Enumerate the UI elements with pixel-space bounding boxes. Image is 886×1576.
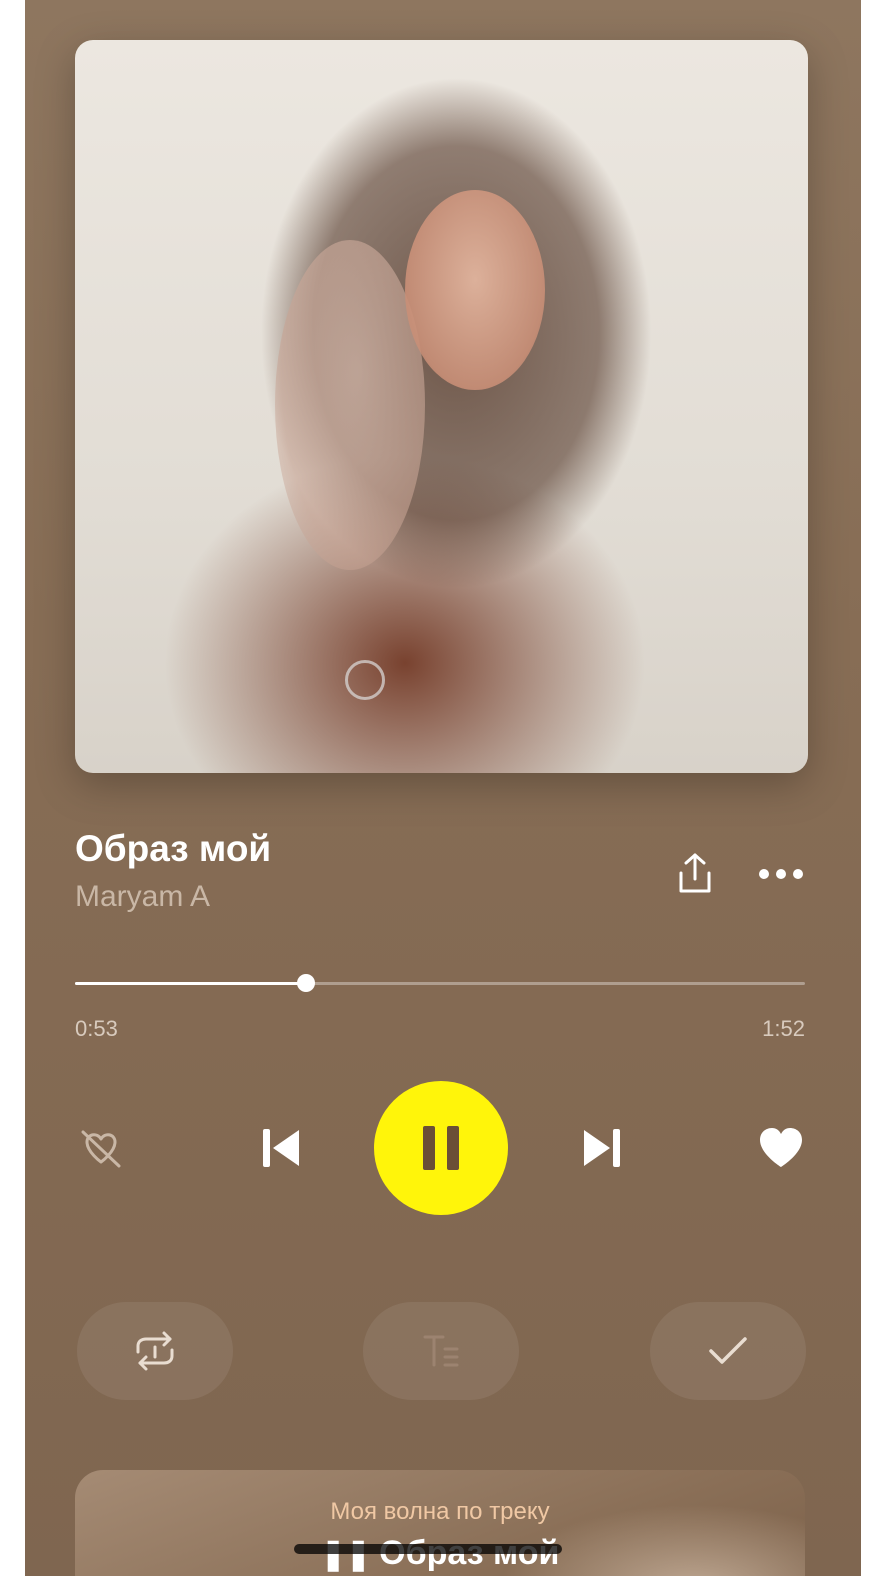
progress-bar[interactable] (75, 974, 805, 992)
heart-icon (760, 1128, 802, 1167)
next-icon (584, 1129, 620, 1167)
more-icon (759, 869, 803, 879)
progress-handle[interactable] (297, 974, 316, 992)
my-wave-label: Моя волна по треку (330, 1498, 550, 1525)
share-icon (679, 853, 711, 893)
pause-mini-icon: ❚❚ (320, 1538, 380, 1571)
art-portrait (405, 190, 545, 390)
album-art[interactable] (75, 40, 808, 773)
next-button[interactable] (576, 1122, 628, 1174)
dislike-icon (81, 1130, 121, 1168)
home-indicator (294, 1544, 562, 1554)
art-necklace (345, 660, 385, 700)
more-button[interactable] (753, 856, 809, 892)
art-overlay-profile (275, 240, 425, 570)
track-artist[interactable]: Maryam A (75, 880, 210, 914)
previous-icon (263, 1129, 299, 1167)
play-pause-button[interactable] (374, 1081, 508, 1215)
pause-icon (423, 1126, 459, 1170)
track-title: Образ мой (75, 828, 272, 869)
previous-button[interactable] (255, 1122, 307, 1174)
dislike-button[interactable] (75, 1122, 127, 1174)
my-wave-card[interactable]: Моя волна по треку ❚❚ Образ мой (75, 1470, 805, 1576)
share-button[interactable] (671, 850, 719, 898)
repeat-button[interactable] (77, 1302, 233, 1400)
like-button[interactable] (755, 1122, 807, 1174)
lyrics-button[interactable] (363, 1302, 519, 1400)
check-icon (709, 1337, 747, 1364)
player-screen: Образ мой Maryam A 0:53 1:52 Моя волна п… (25, 0, 861, 1576)
total-time: 1:52 (762, 1016, 805, 1041)
lyrics-icon (423, 1335, 459, 1367)
repeat-icon (136, 1331, 174, 1371)
check-button[interactable] (650, 1302, 806, 1400)
progress-fill (75, 982, 307, 985)
elapsed-time: 0:53 (75, 1016, 118, 1041)
